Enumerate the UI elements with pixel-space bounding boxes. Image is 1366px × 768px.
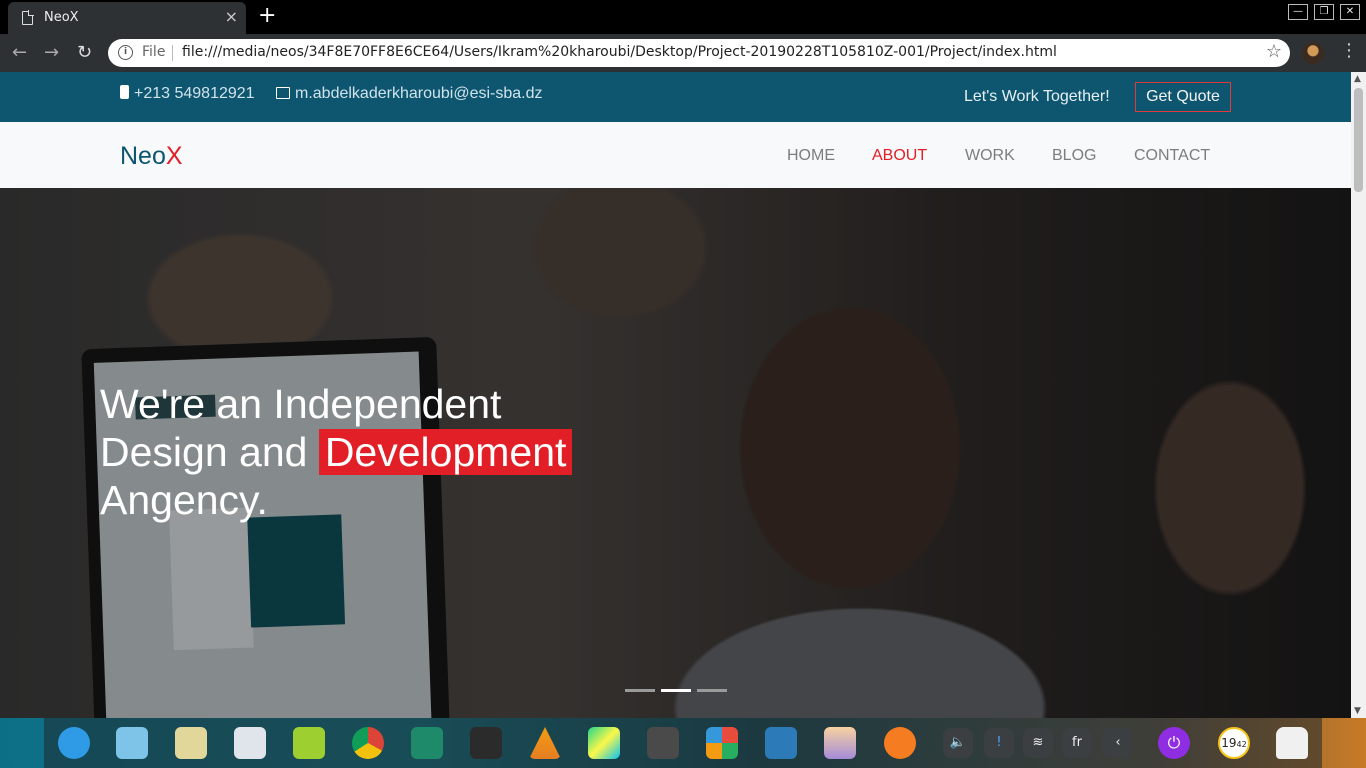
office-icon[interactable] [706,727,738,759]
browser-toolbar: ← → ↻ i File file:///media/neos/34F8E70F… [0,34,1366,72]
tagline: Let's Work Together! [964,88,1110,105]
email-address[interactable]: m.abdelkaderkharoubi@esi-sba.dz [295,85,542,102]
trash-icon[interactable] [1276,727,1308,759]
nav-about[interactable]: ABOUT [872,147,927,165]
chrome-icon[interactable] [352,727,384,759]
nav-work[interactable]: WORK [965,147,1015,165]
phone-number: +213 549812921 [134,85,255,102]
slider-indicator-1[interactable] [625,689,655,692]
wifi-icon[interactable]: ≋ [1023,728,1053,758]
nav-blog[interactable]: BLOG [1052,147,1096,165]
launcher-icon[interactable] [58,727,90,759]
sublime-text-icon[interactable] [647,727,679,759]
url-text[interactable]: file:///media/neos/34F8E70FF8E6CE64/User… [182,44,1057,60]
restore-icon[interactable]: ❐ [1314,4,1334,20]
phone-info: +213 549812921 [120,85,255,103]
pycharm-icon[interactable] [588,727,620,759]
music-icon[interactable] [293,727,325,759]
clock-minute: 42 [1236,740,1247,749]
tray-expand-icon[interactable]: ‹ [1103,728,1133,758]
keyboard-layout[interactable]: fr [1062,728,1092,758]
scroll-down-icon[interactable]: ▼ [1354,706,1361,716]
site-header: NeoX HOME ABOUT WORK BLOG CONTACT [0,122,1351,188]
tab-close-button[interactable]: × [225,7,238,26]
address-bar[interactable]: i File file:///media/neos/34F8E70FF8E6CE… [108,39,1290,67]
logo-main: Neo [120,142,166,170]
contact-top-bar: +213 549812921 m.abdelkaderkharoubi@esi-… [0,72,1351,122]
new-tab-button[interactable]: + [258,3,276,28]
info-icon[interactable]: i [118,45,133,60]
logo-accent: X [165,142,183,170]
tab-title: NeoX [44,10,79,25]
browser-tab-bar: NeoX × + — ❐ ✕ [0,0,1366,34]
hero-slider: We're an Independent Design and Developm… [0,188,1351,718]
headline-line-1: We're an Independent [100,381,502,427]
minimize-icon[interactable]: — [1288,4,1308,20]
desktop-dock: 🔈 ! ≋ fr ‹ ⏻ 1942 [0,718,1366,768]
tweak-icon[interactable] [411,727,443,759]
multitasking-icon[interactable] [116,727,148,759]
email-info: m.abdelkaderkharoubi@esi-sba.dz [276,85,542,103]
file-manager-icon[interactable] [175,727,207,759]
terminal-icon[interactable] [470,727,502,759]
volume-icon[interactable]: 🔈 [943,728,973,758]
nav-contact[interactable]: CONTACT [1134,147,1210,165]
divider [172,45,173,61]
hero-headline: We're an Independent Design and Developm… [100,380,660,524]
browser-menu-icon[interactable]: ⋮ [1340,40,1358,61]
get-quote-button[interactable]: Get Quote [1135,82,1231,112]
profile-avatar[interactable] [1302,42,1324,64]
headline-line-2-prefix: Design and [100,429,319,475]
page-scrollbar[interactable]: ▲ ▼ [1351,72,1366,718]
site-logo[interactable]: NeoX [120,142,183,171]
browser-tab[interactable]: NeoX × [8,2,246,34]
back-icon[interactable]: ← [12,42,27,63]
slider-indicator-3[interactable] [697,689,727,692]
page-viewport: +213 549812921 m.abdelkaderkharoubi@esi-… [0,72,1351,718]
close-icon[interactable]: ✕ [1340,4,1360,20]
envelope-icon [276,87,290,99]
headline-line-2: Design and Development [100,428,660,476]
bookmark-star-icon[interactable]: ☆ [1266,41,1282,62]
clock-hour: 19 [1221,736,1237,750]
scrollbar-thumb[interactable] [1354,88,1363,192]
scroll-up-icon[interactable]: ▲ [1354,74,1361,84]
headline-line-3: Angency. [100,477,268,523]
headline-highlight: Development [318,429,573,475]
image-viewer-icon[interactable] [824,727,856,759]
nav-home[interactable]: HOME [787,147,835,165]
vscode-icon[interactable] [765,727,797,759]
scheme-label: File [142,44,166,60]
slider-indicator-2[interactable] [661,689,691,692]
vlc-alt-icon[interactable] [884,727,916,759]
forward-icon[interactable]: → [44,42,59,63]
clock-widget[interactable]: 1942 [1218,727,1250,759]
document-icon [22,10,34,25]
phone-icon [120,85,129,99]
reload-icon[interactable]: ↻ [77,42,92,63]
app-store-icon[interactable] [234,727,266,759]
notification-icon[interactable]: ! [984,728,1014,758]
power-icon[interactable]: ⏻ [1158,727,1190,759]
